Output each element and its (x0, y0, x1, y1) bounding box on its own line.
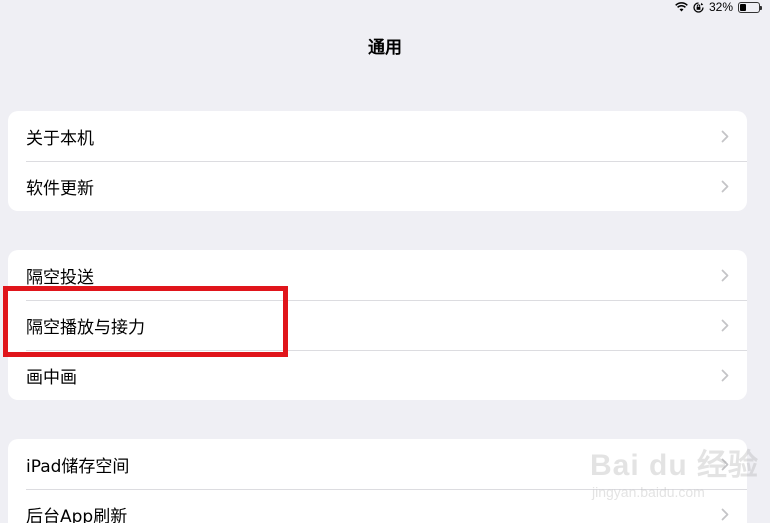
baidu-jingyan-watermark: Bai du 经验 jingyan.baidu.com (590, 440, 759, 500)
wifi-icon (675, 2, 688, 12)
chevron-right-icon (721, 319, 729, 331)
row-label: 后台App刷新 (26, 506, 128, 523)
row-about[interactable]: 关于本机 (8, 111, 747, 161)
chevron-right-icon (721, 269, 729, 281)
chevron-right-icon (721, 508, 729, 520)
row-label: 软件更新 (26, 178, 94, 199)
row-label: 画中画 (26, 367, 77, 388)
watermark-main: Bai du 经验 (590, 449, 760, 482)
chevron-right-icon (721, 180, 729, 192)
row-label: 隔空投送 (26, 267, 94, 288)
row-software-update[interactable]: 软件更新 (8, 161, 747, 211)
chevron-right-icon (721, 130, 729, 142)
row-label: iPad储存空间 (26, 456, 130, 477)
rotation-lock-icon (693, 1, 704, 13)
chevron-right-icon (721, 369, 729, 381)
battery-icon (738, 1, 762, 13)
status-bar: 32% (675, 0, 762, 14)
page-title: 通用 (368, 38, 402, 58)
row-picture-in-picture[interactable]: 画中画 (8, 350, 747, 400)
settings-group-1: 关于本机 软件更新 (8, 111, 747, 211)
battery-fill (740, 3, 746, 11)
row-label: 关于本机 (26, 128, 94, 149)
watermark-sub: jingyan.baidu.com (592, 484, 705, 500)
battery-percent: 32% (708, 0, 733, 14)
annotation-highlight-box (3, 286, 288, 357)
